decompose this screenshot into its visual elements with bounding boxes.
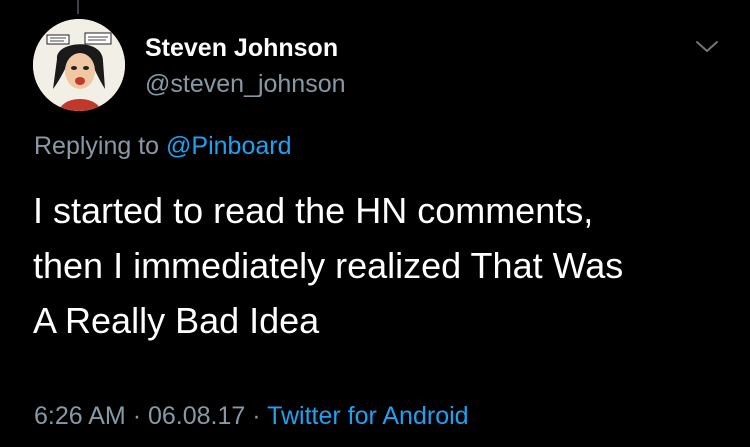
tweet-date: 06.08.17 [147, 402, 246, 430]
tweet-text-line: A Really Bad Idea [33, 300, 320, 341]
tweet-text: I started to read the HN comments, then … [33, 183, 723, 348]
tweet-text-line: I started to read the HN comments, [33, 190, 594, 231]
reply-prefix: Replying to [34, 132, 160, 160]
avatar[interactable] [33, 19, 125, 111]
tweet-time: 6:26 AM [34, 402, 126, 430]
tweet-metadata: 6:26 AM · 06.08.17 · Twitter for Android [34, 402, 469, 431]
thread-connector-line [77, 0, 79, 14]
comic-portrait-icon [33, 19, 125, 111]
meta-separator: · [132, 402, 142, 430]
author-handle[interactable]: @steven_johnson [145, 70, 346, 99]
reply-mention-link[interactable]: @Pinboard [166, 132, 291, 160]
replying-to: Replying to @Pinboard [34, 132, 291, 161]
tweet-text-line: then I immediately realized That Was [33, 245, 624, 286]
tweet-source-link[interactable]: Twitter for Android [267, 402, 468, 430]
meta-separator: · [252, 402, 261, 430]
author-name[interactable]: Steven Johnson [145, 34, 338, 63]
chevron-down-icon[interactable] [693, 36, 721, 56]
